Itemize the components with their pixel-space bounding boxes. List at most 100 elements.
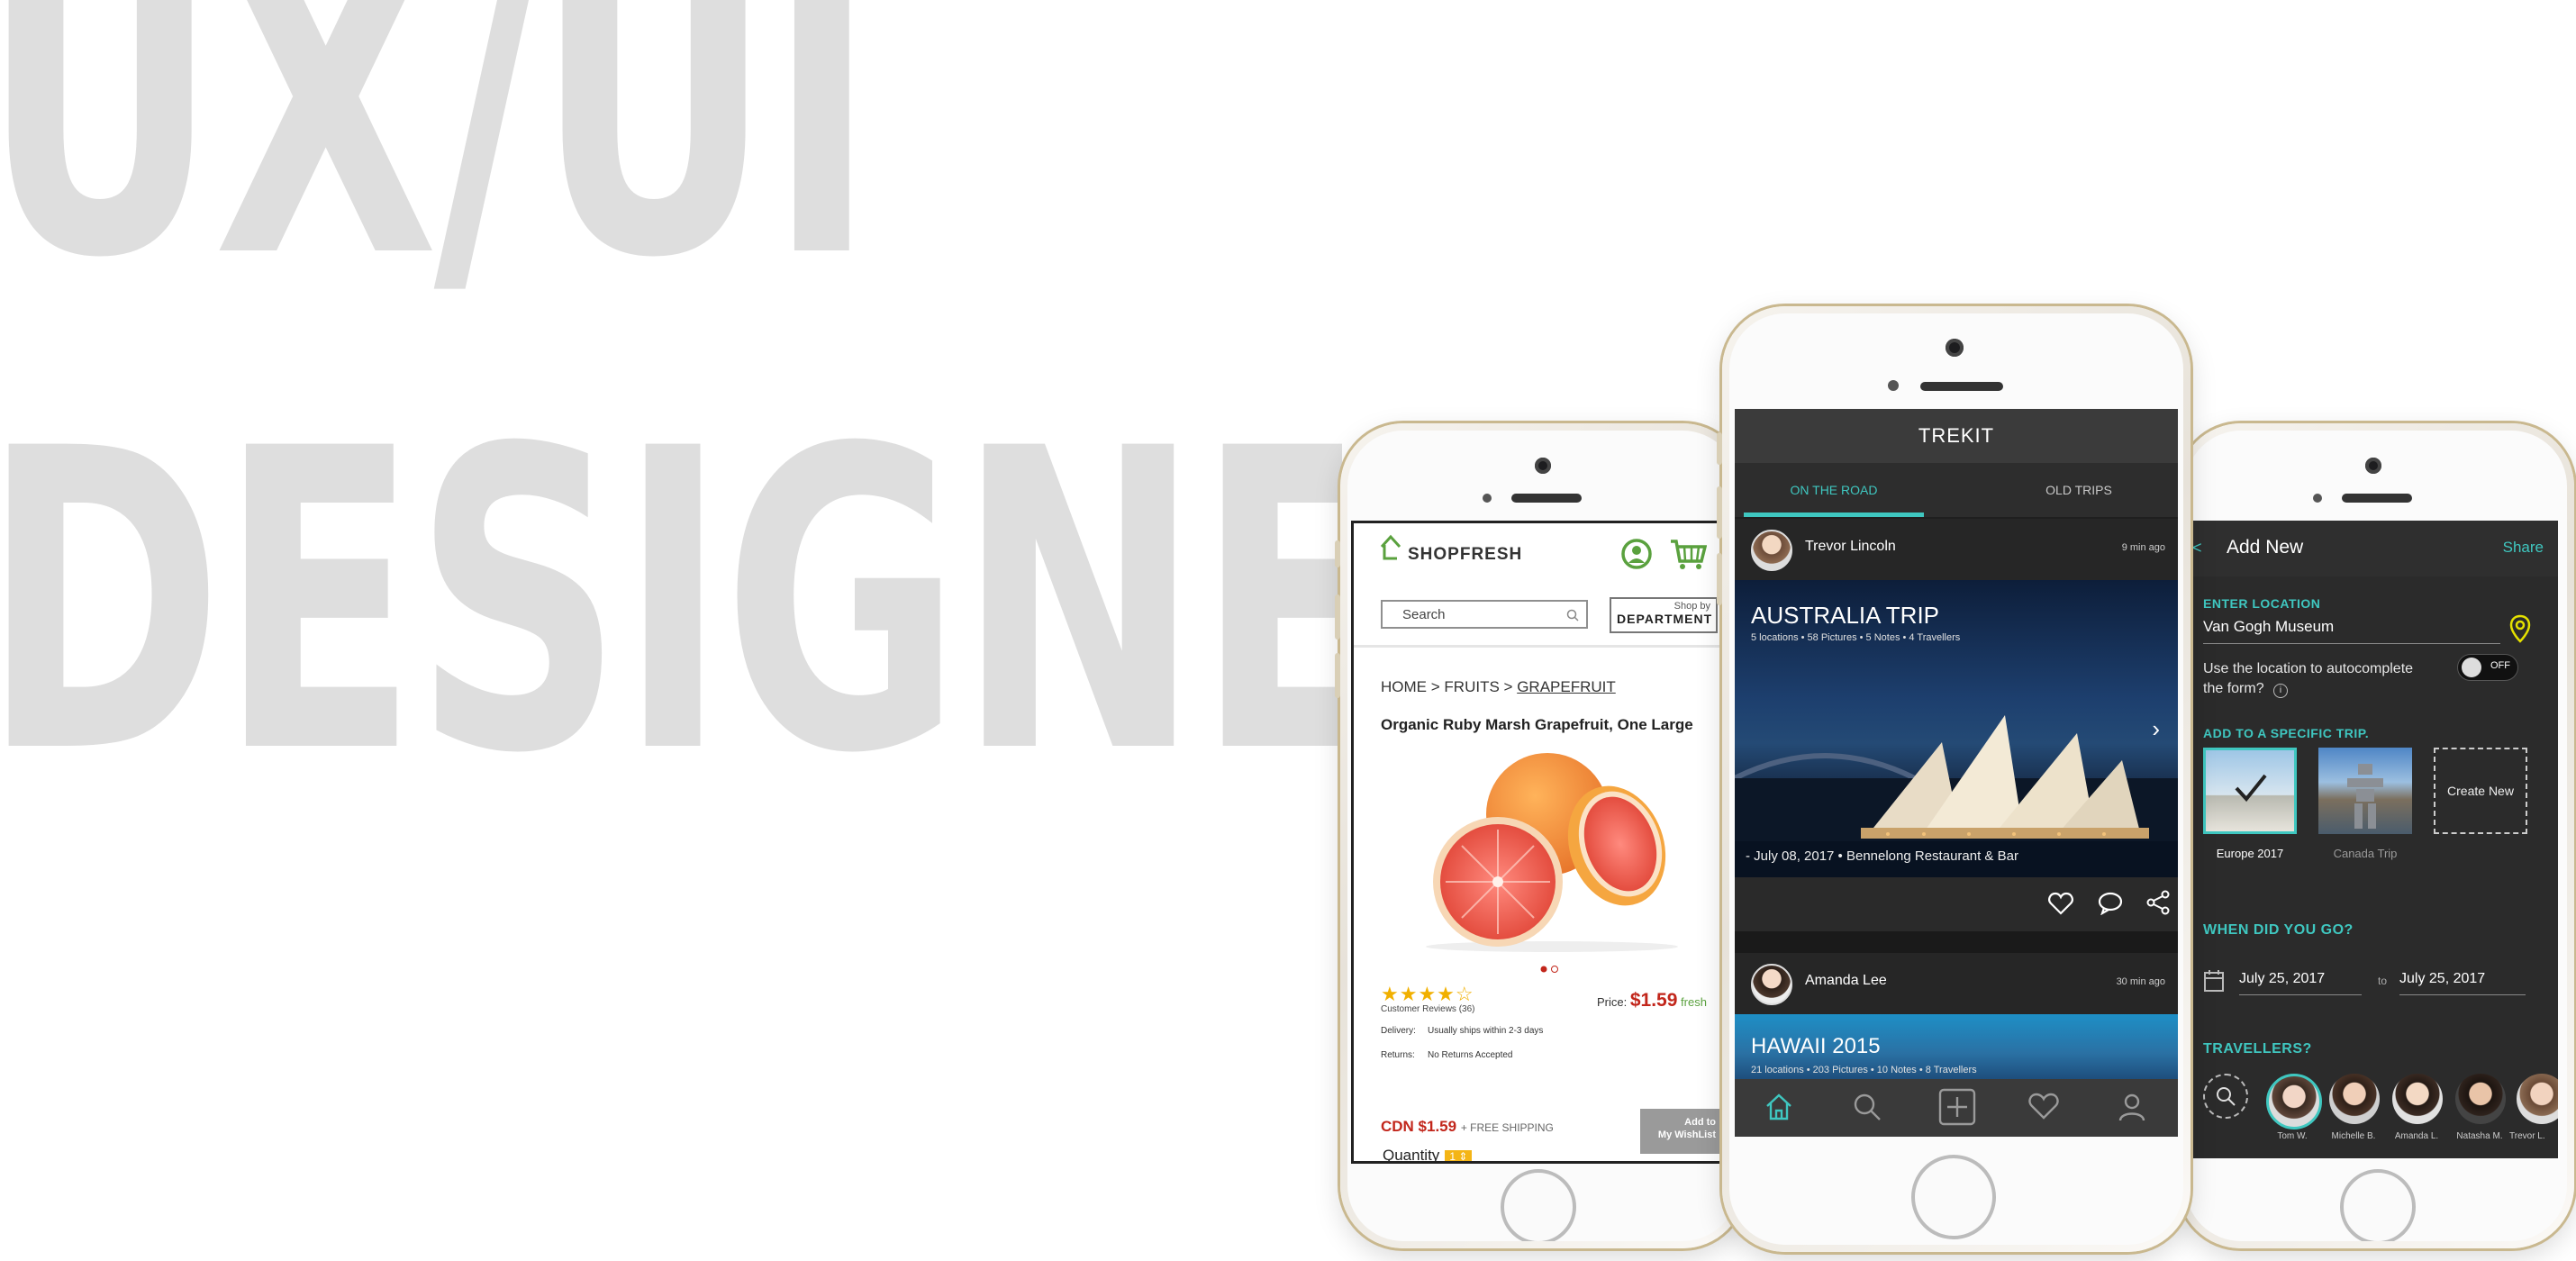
calendar-icon[interactable]: [2203, 969, 2225, 993]
cart-icon[interactable]: [1669, 538, 1707, 570]
trip-card-hawaii[interactable]: HAWAII 2015 21 locations • 203 Pictures …: [1735, 1014, 2178, 1079]
addnew-header: < Add New Share: [2191, 521, 2558, 576]
cdn-price: CDN $1.59 + FREE SHIPPING: [1381, 1118, 1554, 1135]
create-new-trip-button[interactable]: Create New: [2434, 748, 2527, 834]
avatar[interactable]: [1751, 530, 1792, 571]
hero-line-2: DESIGNER: [0, 362, 1342, 811]
search-placeholder: Search: [1402, 607, 1446, 622]
enter-location-label: ENTER LOCATION: [2203, 596, 2321, 611]
traveller-search-button[interactable]: [2203, 1074, 2248, 1119]
quantity-selector[interactable]: Quantity 1 ⇕: [1383, 1147, 1473, 1161]
hero-line-1: UX/UI: [0, 0, 875, 349]
returns-info: Returns: No Returns Accepted: [1381, 1050, 1513, 1060]
trip-card-australia[interactable]: AUSTRALIA TRIP 5 locations • 58 Pictures…: [1735, 580, 2178, 877]
price-value: $1.59: [1629, 990, 1678, 1011]
add-icon[interactable]: [1938, 1088, 1976, 1126]
when-label: WHEN DID YOU GO?: [2203, 922, 2354, 938]
post-username[interactable]: Amanda Lee: [1805, 973, 1887, 989]
product-title: Organic Ruby Marsh Grapefruit, One Large: [1381, 716, 1693, 733]
info-icon[interactable]: i: [2273, 684, 2289, 698]
inukshuk-icon: [2347, 764, 2383, 829]
traveller-name: Amanda L.: [2394, 1131, 2439, 1141]
search-input[interactable]: Search: [1381, 600, 1588, 629]
delivery-info: Delivery: Usually ships within 2-3 days: [1381, 1026, 1544, 1036]
post-time: 30 min ago: [2116, 976, 2165, 987]
front-camera: [1535, 458, 1551, 474]
autocomplete-question: Use the location to autocomplete the form…: [2203, 661, 2414, 698]
home-button[interactable]: [1911, 1155, 1996, 1239]
product-image: [1426, 753, 1678, 952]
search-icon: [2217, 1087, 2236, 1106]
post-actions: [1735, 877, 2178, 931]
traveller-avatar[interactable]: [2392, 1074, 2443, 1124]
shop-screen: SHOPFRESH Search Shop by DEPARTMENT HOME…: [1351, 521, 1738, 1164]
header-divider: [1354, 645, 1736, 648]
traveller-avatar[interactable]: [2455, 1074, 2506, 1124]
traveller-avatar[interactable]: [2266, 1074, 2322, 1129]
home-button[interactable]: [2340, 1169, 2416, 1241]
rating-stars: ★★★★☆: [1381, 983, 1474, 1005]
trip-canada-label: Canada Trip: [2333, 847, 2398, 860]
date-to-word: to: [2378, 975, 2388, 987]
add-to-wishlist-button[interactable]: Add to My WishList: [1640, 1109, 1723, 1154]
heart-icon[interactable]: [2048, 892, 2073, 915]
reviews-link[interactable]: Customer Reviews (36): [1381, 1004, 1474, 1014]
tab-on-the-road[interactable]: ON THE ROAD: [1744, 463, 1924, 517]
avatar[interactable]: [1751, 964, 1792, 1005]
department-button[interactable]: Shop by DEPARTMENT: [1610, 597, 1718, 633]
trip-footer: - July 08, 2017 • Bennelong Restaurant &…: [1746, 848, 2018, 864]
post-time: 9 min ago: [2121, 542, 2165, 553]
autocomplete-toggle[interactable]: OFF: [2457, 654, 2518, 681]
search-icon[interactable]: [1852, 1092, 1882, 1122]
chevron-right-icon[interactable]: ›: [2152, 715, 2160, 743]
trekit-screen: TREKIT ON THE ROAD OLD TRIPS Trevor Linc…: [1735, 409, 2178, 1137]
hero-text: UX/UI DESIGNER: [0, 0, 1342, 811]
trekit-app-title: TREKIT: [1735, 409, 2178, 463]
addnew-screen: < Add New Share ENTER LOCATION Van Gogh …: [2191, 521, 2558, 1158]
traveller-avatar[interactable]: [2517, 1074, 2558, 1124]
post-username[interactable]: Trevor Lincoln: [1805, 539, 1896, 555]
date-to[interactable]: July 25, 2017: [2399, 971, 2485, 987]
breadcrumb: HOME > FRUITS > GRAPEFRUIT: [1381, 678, 1616, 695]
heart-icon[interactable]: [2028, 1092, 2059, 1120]
add-trip-label: ADD TO A SPECIFIC TRIP.: [2203, 726, 2370, 740]
home-logo-icon: [1380, 534, 1401, 560]
trekit-tabs: ON THE ROAD OLD TRIPS: [1735, 463, 2178, 517]
home-icon[interactable]: [1764, 1092, 1794, 1122]
date-from[interactable]: July 25, 2017: [2239, 971, 2325, 987]
traveller-avatar[interactable]: [2329, 1074, 2380, 1124]
location-pin-icon[interactable]: [2509, 614, 2531, 643]
search-icon[interactable]: [1566, 609, 1579, 621]
travellers-label: TRAVELLERS?: [2203, 1041, 2312, 1057]
trip-europe-label: Europe 2017: [2216, 847, 2284, 860]
home-button[interactable]: [1501, 1169, 1576, 1241]
traveller-name: Michelle B.: [2331, 1131, 2376, 1141]
trip-canada[interactable]: [2318, 748, 2412, 834]
phone-shop: SHOPFRESH Search Shop by DEPARTMENT HOME…: [1335, 423, 1746, 1248]
location-input[interactable]: Van Gogh Museum: [2203, 618, 2334, 636]
dept-small-label: Shop by: [1673, 601, 1710, 612]
addnew-title: Add New: [2227, 537, 2304, 558]
profile-icon[interactable]: [2117, 1092, 2147, 1122]
comment-icon[interactable]: [2097, 892, 2124, 915]
check-icon: [2235, 774, 2267, 803]
trip-europe-2017[interactable]: [2203, 748, 2297, 834]
dept-big-label: DEPARTMENT: [1617, 612, 1713, 626]
breadcrumb-fruits[interactable]: FRUITS: [1444, 678, 1499, 695]
tab-old-trips[interactable]: OLD TRIPS: [1980, 463, 2178, 517]
account-icon[interactable]: [1620, 538, 1653, 570]
traveller-name: Trevor L.: [2509, 1131, 2545, 1141]
share-icon[interactable]: [2145, 890, 2171, 915]
phone-addnew: < Add New Share ENTER LOCATION Van Gogh …: [2178, 423, 2574, 1248]
trip-meta: 21 locations • 203 Pictures • 10 Notes •…: [1751, 1065, 1977, 1075]
post-header[interactable]: Trevor Lincoln 9 min ago: [1735, 519, 2178, 580]
post-header[interactable]: Amanda Lee 30 min ago: [1735, 953, 2178, 1014]
shop-logo: SHOPFRESH: [1408, 545, 1523, 564]
back-button[interactable]: <: [2192, 539, 2202, 558]
breadcrumb-home[interactable]: HOME: [1381, 678, 1427, 695]
breadcrumb-current[interactable]: GRAPEFRUIT: [1517, 678, 1616, 695]
share-button[interactable]: Share: [2503, 539, 2544, 557]
price-tag: fresh: [1681, 995, 1707, 1009]
bottom-nav: [1735, 1079, 2178, 1137]
image-pager[interactable]: [1539, 965, 1561, 974]
